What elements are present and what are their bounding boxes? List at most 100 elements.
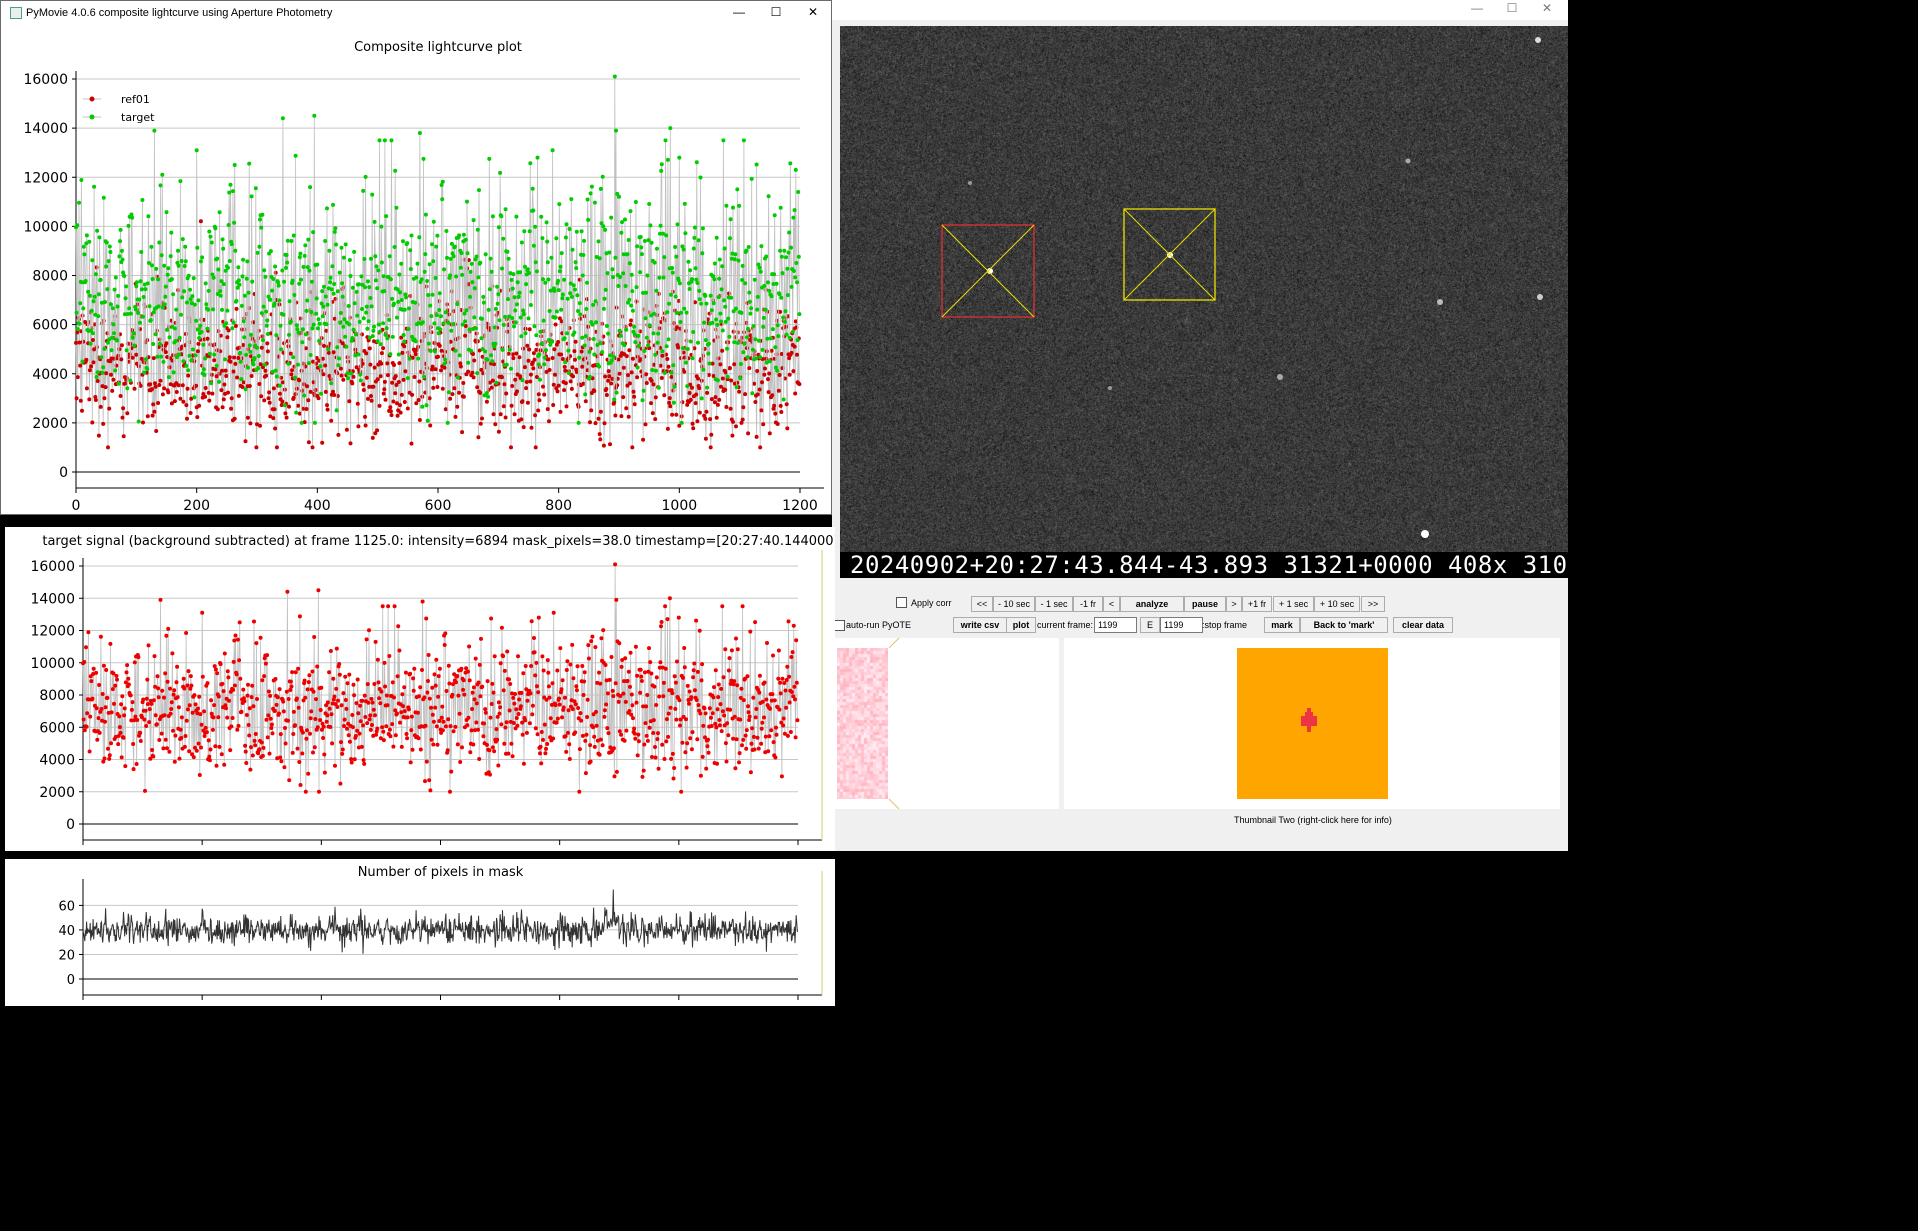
clear-data-button[interactable]: clear data [1393,617,1453,633]
ref01-point [693,401,698,406]
ref01-point [551,382,556,387]
target-point [373,254,378,259]
ref01-point [439,368,443,373]
target-point [486,394,491,399]
minimize-icon[interactable]: — [724,4,754,22]
target-signal-point [249,745,253,750]
mask-pixels-plot[interactable]: Number of pixels in mask0204060020040060… [5,859,835,1021]
target-signal-plot[interactable]: target signal (background subtracted) at… [5,527,838,866]
thumbnail-one[interactable] [835,638,1059,809]
target-point [286,361,291,366]
target-signal-point [727,656,732,661]
target-signal-point [89,679,94,684]
ref01-point [563,368,568,373]
target-signal-point [312,635,317,639]
close-icon[interactable]: ✕ [1532,0,1562,18]
current-frame-input[interactable]: 1199 [1094,617,1137,633]
target-signal-point [163,671,168,676]
target-point [195,327,200,332]
target-point [764,254,769,259]
ref01-point [206,390,211,395]
prev-button[interactable]: < [1103,596,1120,612]
back-1fr-button[interactable]: -1 fr [1073,596,1103,612]
target-signal-point [740,743,744,748]
target-signal-point [367,628,371,633]
target-point [209,240,214,245]
target-signal-point [483,710,488,715]
target-point [204,302,209,307]
target-signal-point [260,753,265,758]
target-point [655,340,660,345]
ref01-point [766,377,770,382]
target-point [538,329,543,334]
e-button[interactable]: E [1140,617,1160,633]
target-signal-point [567,757,572,761]
pause-button[interactable]: pause [1184,596,1226,612]
back-10sec-button[interactable]: - 10 sec [993,596,1035,612]
x-tick-label: 800 [545,498,572,514]
fwd-10sec-button[interactable]: + 10 sec [1314,596,1360,612]
target-point [461,232,466,237]
composite-lightcurve-plot[interactable]: Composite lightcurve plot020004000600080… [1,25,831,515]
ref01-point [98,404,103,409]
ref01-point [110,388,115,393]
target-signal-point [577,789,582,794]
target-signal-point [565,659,570,664]
back-to-mark-button[interactable]: Back to 'mark' [1300,617,1388,633]
fwd-many-button[interactable]: >> [1361,596,1385,612]
target-point [194,318,199,323]
video-frame[interactable] [840,26,1568,552]
target-point [591,337,596,341]
ref01-point [726,291,731,296]
target-signal-point [203,725,208,730]
target-signal-point [362,761,367,766]
fwd-1fr-button[interactable]: +1 fr [1242,596,1272,612]
auto-run-pyote-checkbox[interactable] [834,620,845,631]
stop-frame-input[interactable]: 1199 [1160,617,1203,633]
target-point [79,178,84,182]
target-point [378,342,383,347]
target-point [106,259,111,264]
target-signal-point [156,686,161,691]
target-aperture-box[interactable] [1123,208,1216,301]
target-point [157,341,162,346]
target-signal-point [418,747,423,752]
mark-button[interactable]: mark [1264,617,1300,633]
target-signal-point [171,692,176,697]
target-point [188,287,192,292]
back-1sec-button[interactable]: - 1 sec [1035,596,1073,612]
ref01-point [668,404,673,409]
target-signal-point [233,633,238,638]
thumbnail-two[interactable] [1064,638,1560,809]
target-point [186,368,191,373]
write-csv-button[interactable]: write csv [953,617,1007,633]
target-signal-point [480,684,485,689]
close-icon[interactable]: ✕ [798,4,828,22]
fwd-1sec-button[interactable]: + 1 sec [1273,596,1314,612]
next-button[interactable]: > [1226,596,1242,612]
plot-button[interactable]: plot [1006,617,1036,633]
target-point [635,244,640,249]
target-point [424,403,429,408]
minimize-icon[interactable]: — [1462,0,1492,18]
target-point [365,326,370,331]
target-signal-point [712,685,716,690]
maximize-icon[interactable]: ☐ [1497,0,1527,18]
ref01-point [150,387,154,392]
ref01-point [674,325,679,330]
ref01-point [650,411,655,416]
apply-corr-checkbox[interactable] [896,597,907,608]
target-point [618,333,623,338]
target-point [423,252,428,257]
target-signal-point [266,689,271,694]
target-point [371,328,376,333]
back-many-button[interactable]: << [971,596,993,612]
target-signal-point [385,703,390,708]
target-signal-point [574,688,579,693]
target-point [348,274,353,278]
ref01-point [96,433,101,438]
ref-aperture-box[interactable] [941,224,1035,318]
analyze-button[interactable]: analyze [1120,596,1184,612]
maximize-icon[interactable]: ☐ [761,4,791,22]
target-signal-point [136,655,141,660]
